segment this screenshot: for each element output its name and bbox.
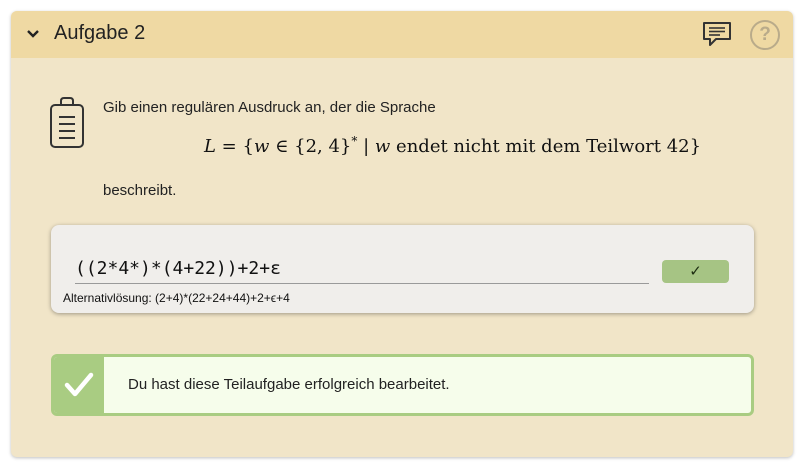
success-message: Du hast diese Teilaufgabe erfolgreich be… <box>51 354 754 416</box>
task-intro: Gib einen regulären Ausdruck an, der die… <box>103 99 436 116</box>
exercise-panel: Aufgabe 2 ? Gib einen regulären Ausdruck… <box>11 11 793 457</box>
checkmark-icon <box>64 372 94 397</box>
success-text: Du hast diese Teilaufgabe erfolgreich be… <box>128 376 450 393</box>
clipboard-icon <box>50 97 84 148</box>
task-suffix: beschreibt. <box>103 182 177 199</box>
chevron-down-icon[interactable] <box>26 28 40 40</box>
exercise-header[interactable]: Aufgabe 2 ? <box>11 11 793 58</box>
alternative-solution: Alternativlösung: (2+4)*(22+24+44)+2+ϵ+4 <box>63 291 290 305</box>
exercise-title: Aufgabe 2 <box>54 22 146 44</box>
language-formula: L = {w ∈ {2, 4}* | w endet nicht mit dem… <box>204 134 702 157</box>
help-icon[interactable]: ? <box>750 20 780 50</box>
regex-answer-input[interactable] <box>75 255 649 284</box>
comment-icon[interactable] <box>702 21 732 47</box>
check-button[interactable]: ✓ <box>662 260 729 283</box>
answer-card: ✓ Alternativlösung: (2+4)*(22+24+44)+2+ϵ… <box>51 225 754 313</box>
success-strip <box>54 357 104 413</box>
